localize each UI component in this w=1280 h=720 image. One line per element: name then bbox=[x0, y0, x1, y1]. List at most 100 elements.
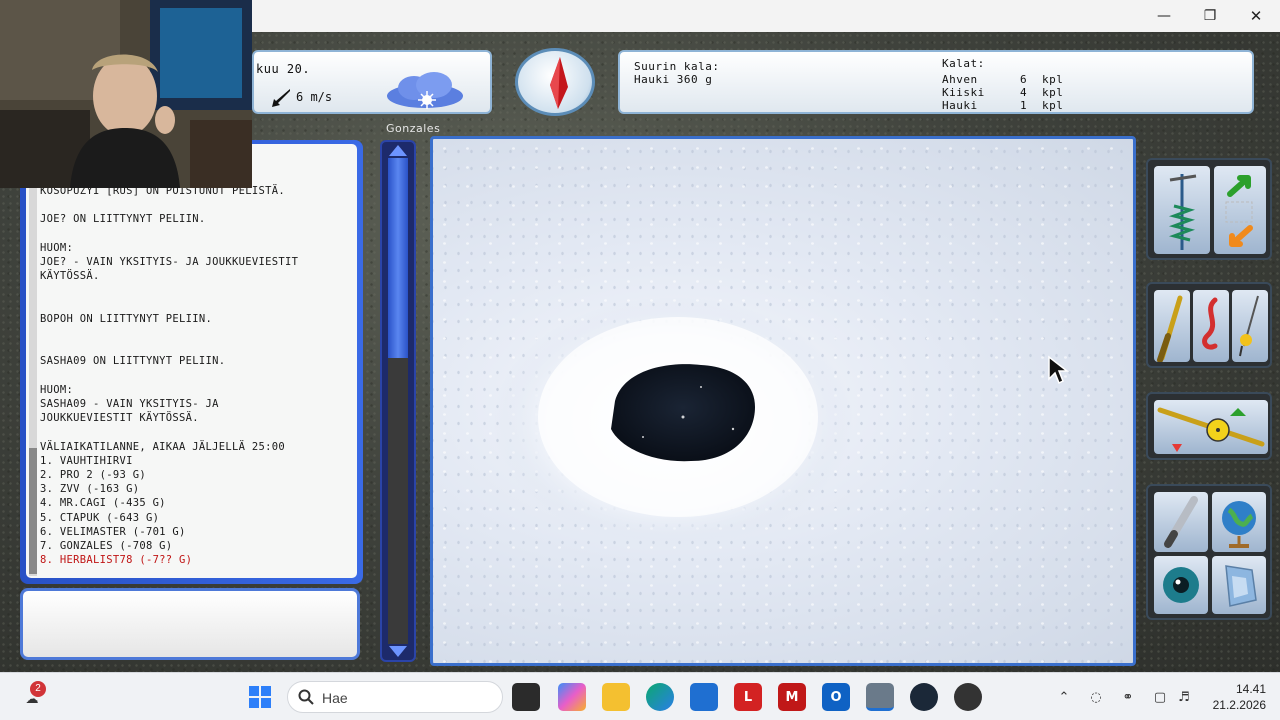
search-icon bbox=[298, 689, 314, 705]
network-icon[interactable]: ◌ bbox=[1086, 687, 1106, 707]
chat-line bbox=[40, 369, 350, 383]
microphone-icon[interactable]: ⚭ bbox=[1118, 687, 1138, 707]
streamer-webcam-image bbox=[0, 0, 252, 188]
globe-icon[interactable] bbox=[1212, 492, 1266, 552]
bait-icon[interactable] bbox=[1193, 290, 1229, 362]
taskbar-search[interactable] bbox=[287, 681, 503, 713]
eye-icon[interactable] bbox=[1154, 556, 1208, 614]
chat-line: HUOM: bbox=[40, 383, 74, 396]
tool-group-extra bbox=[1146, 484, 1272, 620]
chat-input[interactable] bbox=[20, 588, 360, 660]
reel-rod-icon[interactable] bbox=[1154, 400, 1268, 454]
catch-panel: Suurin kala: Hauki 360 g Kalat: Ahven 6 … bbox=[618, 50, 1254, 114]
chat-line: JOE? - VAIN YKSITYIS- JA JOUKKUEVIESTIT bbox=[40, 256, 299, 269]
scroll-thumb[interactable] bbox=[388, 158, 408, 358]
chat-line: JOUKKUEVIESTIT KÄYTÖSSÄ. bbox=[40, 412, 199, 425]
catch-row: Kiiski 4 kpl bbox=[942, 86, 1082, 99]
map-icon[interactable] bbox=[1212, 556, 1266, 614]
record-icon[interactable] bbox=[954, 683, 982, 711]
cloud-sun-icon bbox=[387, 72, 463, 109]
scroll-down-icon[interactable] bbox=[389, 646, 407, 657]
catch-name: Ahven bbox=[942, 73, 978, 86]
outlook-icon[interactable]: O bbox=[822, 683, 850, 711]
display-icon[interactable]: ▢ bbox=[1150, 687, 1170, 707]
depth-scrollbar[interactable] bbox=[380, 140, 416, 662]
catch-row: Hauki 1 kpl bbox=[942, 99, 1082, 112]
catch-unit: kpl bbox=[1042, 99, 1064, 112]
catch-row: Ahven 6 kpl bbox=[942, 73, 1082, 86]
minimize-icon[interactable]: — bbox=[1141, 0, 1187, 32]
tool-group-reel bbox=[1146, 392, 1272, 460]
catch-count: 6 bbox=[1020, 73, 1028, 86]
mouse-cursor-icon bbox=[1048, 355, 1069, 385]
clock-time: 14.41 bbox=[1235, 682, 1266, 696]
wind-speed: 6 m/s bbox=[296, 90, 333, 104]
catch-name: Kiiski bbox=[942, 86, 985, 99]
wind-direction-icon bbox=[272, 89, 290, 107]
chevron-up-icon[interactable]: ⌃ bbox=[1054, 687, 1074, 707]
chat-line: VÄLIAIKATILANNE, AIKAA JÄLJELLÄ 25:00 bbox=[40, 440, 285, 453]
chat-line: 1. VAUHTIHIRVI bbox=[40, 454, 133, 467]
chat-line: KÄYTÖSSÄ. bbox=[40, 270, 100, 283]
chat-line bbox=[40, 326, 350, 340]
file-explorer-icon[interactable] bbox=[512, 683, 540, 711]
tool-group-gear bbox=[1146, 282, 1272, 368]
fishing-rod-icon[interactable] bbox=[1154, 290, 1190, 362]
volume-icon[interactable]: ♬ bbox=[1174, 687, 1194, 707]
steam-icon[interactable] bbox=[910, 683, 938, 711]
player-name: Gonzales bbox=[386, 122, 441, 135]
chat-line: SASHA09 - VAIN YKSITYIS- JA bbox=[40, 398, 219, 411]
chat-line: SASHA09 ON LIITTYNYT PELIIN. bbox=[40, 355, 226, 368]
chat-line: 7. GONZALES (-708 G) bbox=[40, 540, 173, 553]
system-clock[interactable]: 14.41 21.2.2026 bbox=[1196, 681, 1266, 713]
chat-scroll-thumb[interactable] bbox=[29, 448, 37, 574]
close-icon[interactable]: ✕ bbox=[1233, 0, 1279, 32]
day-label: kuu 20. bbox=[256, 62, 311, 76]
jig-icon[interactable] bbox=[1232, 290, 1268, 362]
chat-line bbox=[40, 298, 350, 312]
arrow-up-icon[interactable] bbox=[1214, 166, 1266, 254]
ice-hole[interactable] bbox=[433, 139, 1133, 663]
store-icon[interactable] bbox=[690, 683, 718, 711]
catch-count: 4 bbox=[1020, 86, 1028, 99]
tool-group-drill bbox=[1146, 158, 1272, 260]
chat-line bbox=[40, 283, 350, 297]
restore-icon[interactable]: ❐ bbox=[1187, 0, 1233, 32]
compass-needle-icon bbox=[550, 57, 568, 109]
taskbar: ☁ 2 L M O ⌃ ◌ ⚭ ▢ ♬ 14.41 21.2.2026 bbox=[0, 672, 1280, 720]
copilot-icon[interactable] bbox=[558, 683, 586, 711]
biggest-fish-label: Suurin kala: bbox=[634, 60, 720, 73]
mcafee-icon[interactable]: M bbox=[778, 683, 806, 711]
scroll-up-icon[interactable] bbox=[389, 145, 407, 156]
chat-line: 8. HERBALIST78 (-7?? G) bbox=[40, 554, 193, 567]
catch-unit: kpl bbox=[1042, 86, 1064, 99]
webcam-overlay bbox=[0, 0, 252, 188]
compass bbox=[515, 48, 595, 116]
chat-line: 3. ZVV (-163 G) bbox=[40, 483, 140, 496]
knife-icon[interactable] bbox=[1154, 492, 1208, 552]
catch-count: 1 bbox=[1020, 99, 1028, 112]
chat-log[interactable]: KOSOPUZYI [RUS] ON POISTUNUT PELISTÄ. JO… bbox=[26, 144, 357, 578]
chat-line bbox=[40, 340, 350, 354]
weather-panel: kuu 20. 6 m/s bbox=[252, 50, 492, 114]
chat-line bbox=[40, 425, 350, 439]
catch-name: Hauki bbox=[942, 99, 978, 112]
chat-line bbox=[40, 198, 350, 212]
lastpass-icon[interactable]: L bbox=[734, 683, 762, 711]
clock-date: 21.2.2026 bbox=[1212, 698, 1266, 712]
catch-unit: kpl bbox=[1042, 73, 1064, 86]
chat-line: HUOM: bbox=[40, 241, 74, 254]
folder-icon[interactable] bbox=[602, 683, 630, 711]
windows-start-icon[interactable] bbox=[246, 683, 274, 711]
chat-panel: KOSOPUZYI [RUS] ON POISTUNUT PELISTÄ. JO… bbox=[20, 140, 363, 584]
ice-drill-icon[interactable] bbox=[1154, 166, 1210, 254]
game-icon[interactable] bbox=[866, 683, 894, 711]
edge-icon[interactable] bbox=[646, 683, 674, 711]
chat-line: BOPOH ON LIITTYNYT PELIIN. bbox=[40, 312, 213, 325]
catch-title: Kalat: bbox=[942, 57, 985, 70]
chat-line bbox=[40, 227, 350, 241]
chat-messages: KOSOPUZYI [RUS] ON POISTUNUT PELISTÄ. JO… bbox=[40, 184, 350, 567]
chat-line: 2. PRO 2 (-93 G) bbox=[40, 469, 146, 482]
search-input[interactable] bbox=[322, 688, 492, 708]
ice-hole-view[interactable] bbox=[430, 136, 1136, 666]
